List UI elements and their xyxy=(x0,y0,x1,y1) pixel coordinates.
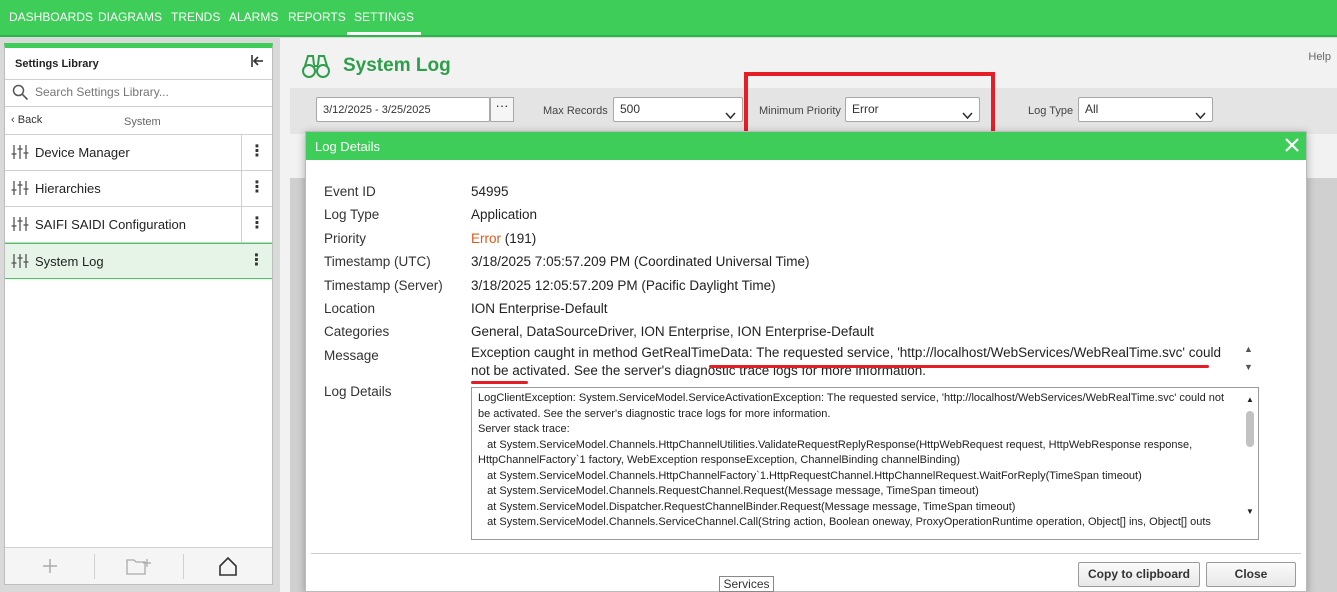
top-nav: DASHBOARDS DIAGRAMS TRENDS ALARMS REPORT… xyxy=(0,0,1337,37)
current-group-label: System xyxy=(124,116,161,128)
scrollbar-thumb[interactable] xyxy=(1246,411,1254,447)
close-icon[interactable] xyxy=(1284,137,1300,156)
nav-trends[interactable]: TRENDS xyxy=(171,0,220,35)
sidebar-item-label: Device Manager xyxy=(35,145,130,160)
detail-line: at System.ServiceModel.Channels.RequestC… xyxy=(478,485,979,497)
message-text: Exception caught in method GetRealTimeDa… xyxy=(471,345,1222,378)
search-icon xyxy=(12,84,29,104)
sidebar-item-label: System Log xyxy=(35,254,104,269)
sliders-icon xyxy=(11,216,30,235)
more-options-icon[interactable]: ⋮ xyxy=(241,207,272,242)
log-details-textarea[interactable]: LogClientException: System.ServiceModel.… xyxy=(471,387,1259,540)
more-options-icon[interactable]: ⋮ xyxy=(241,171,272,206)
chevron-down-icon xyxy=(725,105,736,127)
sidebar-search xyxy=(5,80,272,107)
sliders-icon xyxy=(11,253,30,272)
sidebar-item-device-manager[interactable]: Device Manager ⋮ xyxy=(5,135,272,171)
event-id-value: 54995 xyxy=(471,184,509,199)
max-records-value: 500 xyxy=(620,102,641,116)
sidebar-footer xyxy=(5,547,272,584)
categories-label: Categories xyxy=(324,324,390,339)
scroll-up-icon[interactable]: ▲ xyxy=(1246,392,1254,408)
sidebar-item-label: SAIFI SAIDI Configuration xyxy=(35,217,187,232)
back-button[interactable]: ‹ Back xyxy=(11,114,42,126)
detail-line: Server stack trace: xyxy=(478,423,570,435)
detail-line: at System.ServiceModel.Channels.ServiceC… xyxy=(478,516,1211,528)
copy-to-clipboard-button[interactable]: Copy to clipboard xyxy=(1078,562,1200,587)
nav-alarms[interactable]: ALARMS xyxy=(229,0,278,35)
event-id-label: Event ID xyxy=(324,184,376,199)
log-type-select[interactable]: All xyxy=(1078,97,1213,122)
date-range-field[interactable]: 3/12/2025 - 3/25/2025 xyxy=(316,97,490,122)
timestamp-server-value: 3/18/2025 12:05:57.209 PM (Pacific Dayli… xyxy=(471,278,776,293)
max-records-select[interactable]: 500 xyxy=(613,97,743,122)
nav-diagrams[interactable]: DIAGRAMS xyxy=(98,0,162,35)
location-label: Location xyxy=(324,301,376,316)
nav-dashboards[interactable]: DASHBOARDS xyxy=(9,0,93,35)
priority-level: Error xyxy=(471,231,501,246)
detail-line: at System.ServiceModel.Channels.HttpChan… xyxy=(478,438,1196,467)
help-link[interactable]: Help xyxy=(1308,51,1331,63)
log-details-label: Log Details xyxy=(324,384,392,399)
back-label: Back xyxy=(17,114,43,126)
scroll-up-icon[interactable]: ▲ xyxy=(1244,344,1253,354)
sidebar-header: Settings Library xyxy=(5,48,272,80)
detail-line: at System.ServiceModel.Channels.HttpChan… xyxy=(478,469,1142,482)
log-type-label: Log Type xyxy=(1028,105,1074,117)
log-type-value: Application xyxy=(471,207,538,222)
sliders-icon xyxy=(11,144,30,163)
message-scrollbar[interactable]: ▲ ▼ xyxy=(1244,344,1256,376)
tooltip: Services xyxy=(719,576,774,592)
priority-value: Error (191) xyxy=(471,231,536,246)
settings-library-panel: Settings Library ‹ Back System Device Ma… xyxy=(4,43,273,585)
sidebar-item-label: Hierarchies xyxy=(35,181,101,196)
annotation-underline xyxy=(471,381,528,384)
timestamp-utc-label: Timestamp (UTC) xyxy=(324,254,431,269)
page-title: System Log xyxy=(343,55,451,76)
annotation-highlight-box xyxy=(744,72,995,138)
log-details-dialog: Log Details Event ID 54995 Log Type Appl… xyxy=(305,131,1307,592)
chevron-down-icon xyxy=(1195,105,1206,127)
details-scrollbar[interactable]: ▲ ▼ xyxy=(1243,389,1257,539)
log-type-value: All xyxy=(1085,102,1099,116)
nav-reports[interactable]: REPORTS xyxy=(288,0,346,35)
close-button[interactable]: Close xyxy=(1206,562,1296,587)
timestamp-server-label: Timestamp (Server) xyxy=(324,278,443,293)
sidebar-back-row: ‹ Back System xyxy=(5,107,272,135)
date-range-value: 3/12/2025 - 3/25/2025 xyxy=(323,104,431,116)
message-label: Message xyxy=(324,348,379,363)
dialog-title: Log Details xyxy=(315,139,381,154)
add-folder-icon[interactable] xyxy=(94,548,183,584)
sidebar-item-saifi-saidi[interactable]: SAIFI SAIDI Configuration ⋮ xyxy=(5,207,272,243)
detail-line: at System.ServiceModel.Dispatcher.Reques… xyxy=(478,500,1016,513)
dialog-header: Log Details xyxy=(306,132,1306,160)
scroll-down-icon[interactable]: ▼ xyxy=(1244,362,1253,372)
chevron-left-icon: ‹ xyxy=(11,114,15,126)
nav-settings[interactable]: SETTINGS xyxy=(346,0,422,35)
sidebar-title: Settings Library xyxy=(15,58,99,70)
sliders-icon xyxy=(11,180,30,199)
more-options-icon[interactable]: ⋮ xyxy=(241,244,272,279)
location-value: ION Enterprise-Default xyxy=(471,301,608,316)
max-records-label: Max Records xyxy=(543,105,608,117)
annotation-underline xyxy=(709,365,1209,368)
home-icon[interactable] xyxy=(183,548,272,584)
date-picker-button[interactable]: ··· xyxy=(490,97,514,122)
scroll-down-icon[interactable]: ▼ xyxy=(1246,504,1254,520)
categories-value: General, DataSourceDriver, ION Enterpris… xyxy=(471,324,874,339)
collapse-panel-icon[interactable] xyxy=(250,54,264,72)
add-icon[interactable] xyxy=(5,548,94,584)
timestamp-utc-value: 3/18/2025 7:05:57.209 PM (Coordinated Un… xyxy=(471,254,810,269)
priority-code: (191) xyxy=(501,231,537,246)
dialog-footer: Copy to clipboard Close xyxy=(311,553,1301,591)
log-type-label: Log Type xyxy=(324,207,380,222)
priority-label: Priority xyxy=(324,231,367,246)
detail-line: LogClientException: System.ServiceModel.… xyxy=(478,392,1228,420)
more-options-icon[interactable]: ⋮ xyxy=(241,135,272,170)
binoculars-icon xyxy=(301,52,331,83)
search-settings-input[interactable] xyxy=(35,85,260,99)
sidebar-item-system-log[interactable]: System Log ⋮ xyxy=(5,243,272,279)
sidebar-item-hierarchies[interactable]: Hierarchies ⋮ xyxy=(5,171,272,207)
